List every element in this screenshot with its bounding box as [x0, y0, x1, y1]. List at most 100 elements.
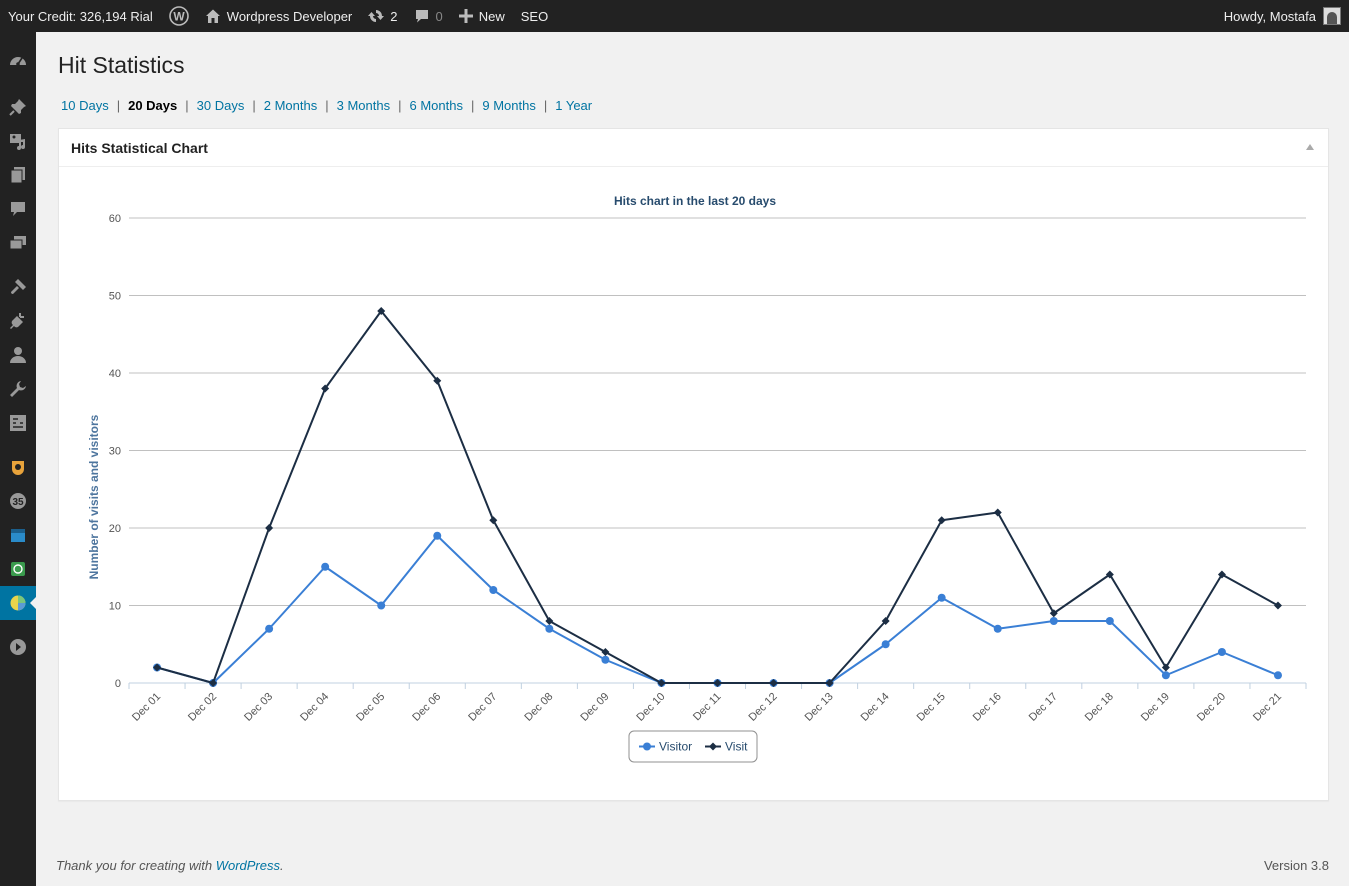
pages-icon[interactable] — [0, 158, 36, 192]
wp-logo-menu[interactable]: W — [161, 0, 197, 32]
filter-link-10-days[interactable]: 10 Days — [61, 98, 109, 113]
data-point[interactable] — [937, 516, 946, 525]
data-point[interactable] — [321, 562, 330, 571]
x-tick-label: Dec 10 — [634, 691, 667, 724]
chat-icon[interactable] — [0, 552, 36, 586]
y-tick-label: 20 — [109, 523, 121, 535]
seo-menu-icon[interactable] — [0, 450, 36, 484]
footer-thanks-prefix: Thank you for creating with — [56, 858, 216, 873]
chart-title: Hits chart in the last 20 days — [614, 194, 776, 208]
x-tick-label: Dec 02 — [186, 691, 219, 724]
page-title: Hit Statistics — [58, 52, 185, 78]
data-point[interactable] — [1217, 648, 1226, 656]
updates-menu[interactable]: 2 — [360, 0, 405, 32]
data-point[interactable] — [601, 655, 610, 664]
media-icon[interactable] — [0, 124, 36, 158]
data-point[interactable] — [545, 617, 554, 625]
x-tick-label: Dec 04 — [298, 691, 331, 724]
users-icon[interactable] — [0, 338, 36, 372]
collapse-arrow-icon[interactable] — [1306, 144, 1314, 150]
filter-separator: | — [325, 98, 329, 113]
x-tick-label: Dec 11 — [691, 691, 724, 724]
filter-separator: | — [252, 98, 256, 113]
data-point[interactable] — [545, 624, 554, 633]
x-tick-label: Dec 12 — [747, 691, 780, 724]
filter-link-9-months[interactable]: 9 Months — [482, 98, 535, 113]
my-account-menu[interactable]: Howdy, Mostafa — [1224, 7, 1349, 25]
data-point[interactable] — [881, 640, 890, 649]
data-point[interactable] — [265, 624, 274, 633]
y-axis-label: Number of visits and visitors — [87, 414, 101, 579]
footer-thanks: Thank you for creating with WordPress. — [56, 858, 284, 873]
x-axis: Dec 01 Dec 02 Dec 03 Dec 04 Dec 05 Dec 06 Dec … — [128, 683, 1307, 724]
seo-menu[interactable]: SEO — [513, 0, 556, 32]
svg-text:35: 35 — [12, 497, 24, 508]
y-tick-label: 50 — [109, 291, 121, 303]
data-point[interactable] — [1273, 601, 1282, 610]
x-tick-label: Dec 15 — [915, 691, 948, 724]
howdy-text: Howdy, Mostafa — [1223, 8, 1316, 24]
comments-count: 0 — [435, 8, 443, 24]
data-point[interactable] — [601, 648, 610, 656]
x-tick-label: Dec 19 — [1139, 691, 1172, 724]
series-line — [156, 310, 1279, 684]
data-point[interactable] — [937, 593, 946, 602]
calendar-icon[interactable] — [0, 518, 36, 552]
seo-label: SEO — [520, 8, 549, 24]
series-visitor — [153, 531, 1282, 687]
tools-icon[interactable] — [0, 372, 36, 406]
data-point[interactable] — [993, 624, 1002, 633]
chart-grid — [129, 217, 1306, 684]
legend-label: Visitor — [659, 740, 692, 754]
series-line — [156, 534, 1279, 684]
postbox-header[interactable]: Hits Statistical Chart — [59, 129, 1328, 167]
counter-icon[interactable]: 35 — [0, 484, 36, 518]
statistics-menu-icon[interactable] — [0, 586, 36, 620]
series-visit — [153, 307, 1282, 687]
chart-legend: Visitor Visit — [628, 730, 758, 763]
filter-link-30-days[interactable]: 30 Days — [197, 98, 245, 113]
settings-icon[interactable] — [0, 406, 36, 440]
chart-postbox: Hits Statistical Chart Hits chart in the… — [58, 128, 1329, 801]
plugins-icon[interactable] — [0, 304, 36, 338]
x-tick-label: Dec 03 — [242, 691, 275, 724]
filter-link-20-days[interactable]: 20 Days — [128, 98, 177, 113]
x-tick-label: Dec 07 — [466, 691, 499, 724]
data-point[interactable] — [993, 508, 1002, 517]
data-point[interactable] — [265, 524, 274, 532]
data-point[interactable] — [433, 531, 442, 540]
data-point[interactable] — [377, 601, 386, 610]
data-point[interactable] — [1273, 671, 1282, 680]
data-point[interactable] — [1049, 617, 1058, 625]
site-name-menu[interactable]: Wordpress Developer — [197, 0, 360, 32]
series-layer — [153, 307, 1282, 687]
x-tick-label: Dec 14 — [859, 691, 892, 724]
site-name: Wordpress Developer — [226, 8, 353, 24]
appearance-icon[interactable] — [0, 270, 36, 304]
credit-display[interactable]: Your Credit: 326,194 Rial — [0, 0, 161, 32]
data-point[interactable] — [489, 516, 498, 525]
filter-link-2-months[interactable]: 2 Months — [264, 98, 317, 113]
comments-menu[interactable]: 0 — [406, 0, 451, 32]
footer-wordpress-link[interactable]: WordPress — [216, 858, 280, 873]
slides-icon[interactable] — [0, 226, 36, 260]
x-tick-label: Dec 09 — [578, 691, 611, 724]
legend-label: Visit — [725, 740, 748, 754]
data-point[interactable] — [1161, 671, 1170, 680]
wordpress-logo-icon: W — [168, 6, 189, 26]
collapse-menu-icon[interactable] — [0, 630, 36, 664]
updates-count: 2 — [390, 8, 398, 24]
pin-icon[interactable] — [0, 90, 36, 124]
new-content-menu[interactable]: New — [451, 0, 513, 32]
filter-link-6-months[interactable]: 6 Months — [409, 98, 462, 113]
filter-link-1-year[interactable]: 1 Year — [555, 98, 592, 113]
postbox-title: Hits Statistical Chart — [71, 139, 208, 156]
y-tick-label: 0 — [115, 678, 121, 690]
filter-link-3-months[interactable]: 3 Months — [337, 98, 390, 113]
data-point[interactable] — [1105, 617, 1114, 625]
x-tick-label: Dec 17 — [1027, 691, 1060, 724]
data-point[interactable] — [489, 586, 498, 594]
comments-menu-icon[interactable] — [0, 192, 36, 226]
dashboard-icon[interactable] — [0, 44, 36, 78]
main-content: Hit Statistics 10 Days | 20 Days | 30 Days | 2… — [36, 32, 1349, 886]
